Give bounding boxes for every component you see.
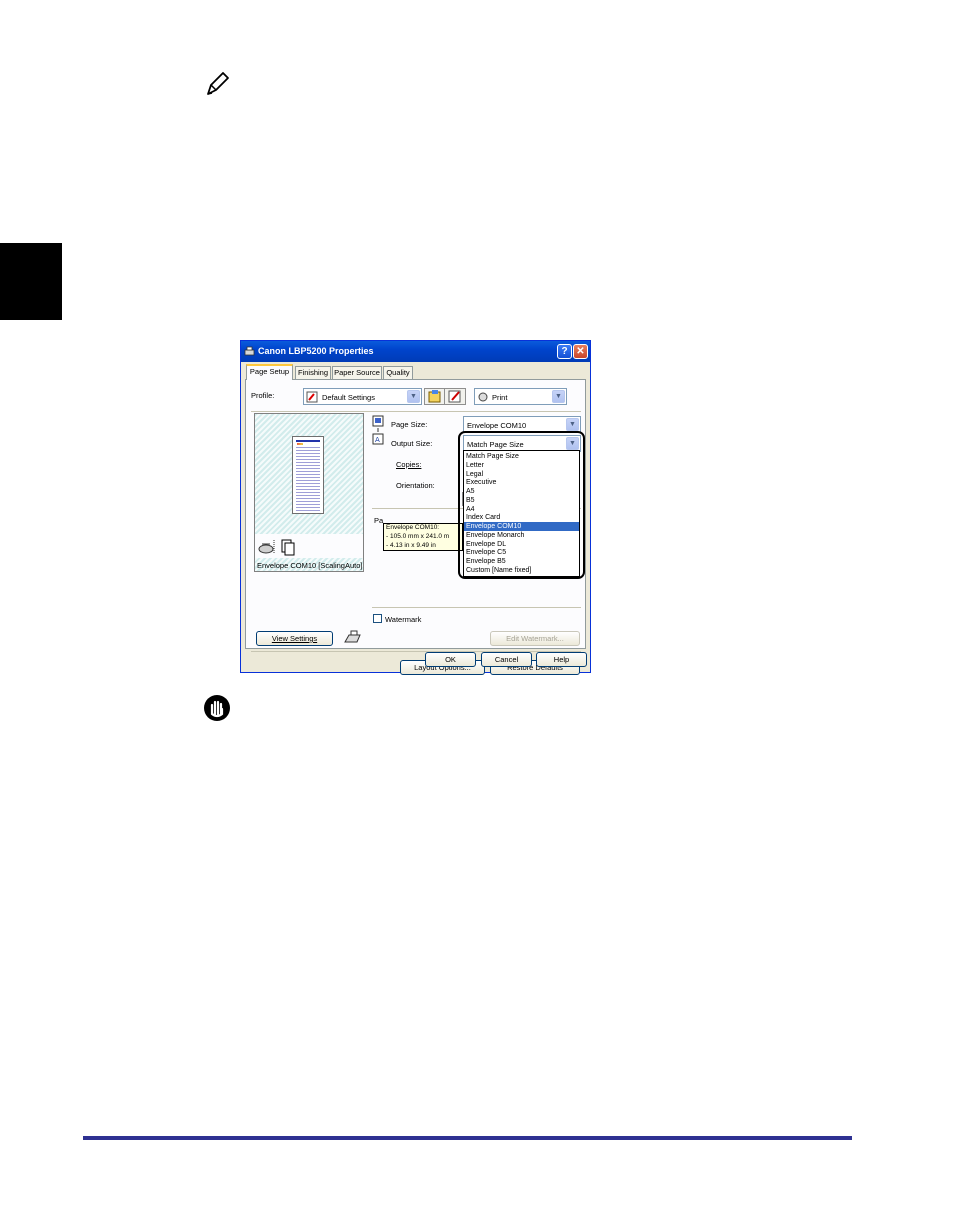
- separator: [251, 411, 581, 412]
- output-size-dropdown-list[interactable]: Match Page Size Letter Legal Executive A…: [463, 450, 580, 577]
- edit-watermark-button[interactable]: Edit Watermark...: [490, 631, 580, 646]
- profile-combo[interactable]: Default Settings ▼: [303, 388, 422, 405]
- important-hand-icon: [204, 695, 230, 721]
- properties-dialog: Canon LBP5200 Properties ? ✕ Page Setup …: [240, 340, 591, 675]
- tab-finishing[interactable]: Finishing: [295, 366, 331, 379]
- preview-icon-strip: [255, 534, 363, 558]
- output-method-combo[interactable]: Print ▼: [474, 388, 567, 405]
- watermark-group-line: [372, 607, 581, 608]
- tooltip-line-1: Envelope COM10:: [386, 524, 440, 531]
- profile-label: Profile:: [251, 391, 275, 400]
- dropdown-item-envelope-dl[interactable]: Envelope DL: [464, 540, 579, 549]
- dropdown-item-legal[interactable]: Legal: [464, 470, 579, 479]
- dropdown-item-custom-name-fixed[interactable]: Custom [Name fixed]: [464, 566, 579, 575]
- dropdown-item-match-page-size[interactable]: Match Page Size: [464, 452, 579, 461]
- title-bar[interactable]: Canon LBP5200 Properties ? ✕: [241, 341, 590, 362]
- pencil-note-icon: [207, 72, 229, 95]
- view-settings-button[interactable]: View Settings: [256, 631, 333, 646]
- watermark-checkbox[interactable]: [373, 614, 382, 623]
- chevron-down-icon[interactable]: ▼: [566, 437, 579, 450]
- dropdown-item-letter[interactable]: Letter: [464, 461, 579, 470]
- chevron-down-icon[interactable]: ▼: [566, 418, 579, 431]
- page-layout-label: Pa: [374, 516, 384, 525]
- output-size-value: Match Page Size: [467, 440, 524, 449]
- printer-info-icon[interactable]: [343, 630, 363, 646]
- thumbnail-text-lines: [296, 445, 320, 511]
- output-size-label: Output Size:: [391, 439, 433, 448]
- profile-icon: [306, 391, 318, 403]
- print-value: Print: [492, 393, 508, 402]
- svg-text:A: A: [375, 436, 380, 444]
- page-thumbnail: [292, 436, 324, 514]
- dropdown-item-index-card[interactable]: Index Card: [464, 513, 579, 522]
- page-setup-panel: Profile: Default Settings ▼ Print ▼ Enve…: [245, 379, 586, 675]
- help-button[interactable]: Help: [536, 652, 587, 667]
- dropdown-item-envelope-com10[interactable]: Envelope COM10: [464, 522, 579, 531]
- dialog-title: Canon LBP5200 Properties: [258, 346, 374, 356]
- page-size-icon: A: [372, 415, 384, 445]
- dropdown-item-executive[interactable]: Executive: [464, 478, 579, 487]
- watermark-label: Watermark: [385, 615, 422, 624]
- add-profile-button[interactable]: [424, 388, 446, 405]
- dropdown-item-a4[interactable]: A4: [464, 505, 579, 514]
- tooltip-line-3: - 4.13 in x 9.49 in: [386, 541, 436, 549]
- chapter-tab: [0, 243, 62, 320]
- page-size-value: Envelope COM10: [467, 421, 527, 430]
- page-size-combo[interactable]: Envelope COM10 ▼: [463, 416, 581, 433]
- separator: [251, 651, 581, 652]
- tooltip-line-2: - 105.0 mm x 241.0 m: [386, 532, 450, 540]
- chevron-down-icon[interactable]: ▼: [407, 390, 420, 403]
- footer-rule: [83, 1136, 852, 1140]
- print-icon: [478, 392, 488, 402]
- thumbnail-header: [296, 440, 320, 442]
- title-help-button[interactable]: ?: [557, 344, 572, 359]
- dropdown-item-b5[interactable]: B5: [464, 496, 579, 505]
- tab-quality[interactable]: Quality: [383, 366, 413, 379]
- edit-profile-icon: [448, 390, 461, 403]
- tab-paper-source[interactable]: Paper Source: [332, 366, 382, 379]
- dropdown-item-envelope-monarch[interactable]: Envelope Monarch: [464, 531, 579, 540]
- printer-app-icon: [244, 346, 255, 356]
- edit-profile-button[interactable]: [444, 388, 466, 405]
- size-tooltip: Envelope COM10: - 105.0 mm x 241.0 m - 4…: [383, 523, 463, 551]
- cancel-button[interactable]: Cancel: [481, 652, 532, 667]
- dropdown-item-a5[interactable]: A5: [464, 487, 579, 496]
- ok-button[interactable]: OK: [425, 652, 476, 667]
- page-size-label: Page Size:: [391, 420, 428, 429]
- dropdown-item-envelope-c5[interactable]: Envelope C5: [464, 548, 579, 557]
- profile-value: Default Settings: [322, 393, 375, 402]
- printer-stack-icon: [258, 539, 295, 556]
- dropdown-item-envelope-b5[interactable]: Envelope B5: [464, 557, 579, 566]
- orientation-label: Orientation:: [396, 481, 435, 490]
- chevron-down-icon[interactable]: ▼: [552, 390, 565, 403]
- view-settings-label: View Settings: [271, 634, 318, 643]
- title-close-button[interactable]: ✕: [573, 344, 588, 359]
- preview-caption: Envelope COM10 [ScalingAuto]: [257, 561, 363, 570]
- add-profile-icon: [428, 390, 441, 403]
- tab-page-setup[interactable]: Page Setup: [246, 364, 293, 380]
- copies-label: Copies:: [396, 460, 422, 469]
